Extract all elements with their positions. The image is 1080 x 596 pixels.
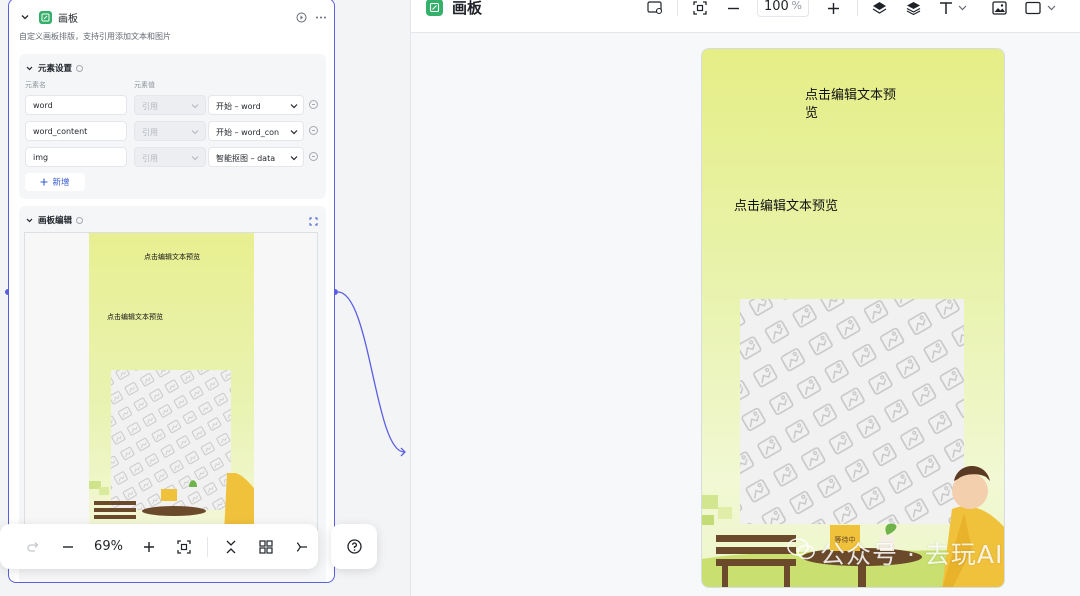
app-root: 画板 自定义画板排版，支持引用添加文本和图片 元素设置 元素名 元素值 word bbox=[0, 0, 1080, 596]
canvas-poster[interactable]: 点击编辑文本预览 点击编辑文本预览 等待中 公众号 · 去玩AI bbox=[701, 48, 1005, 588]
poster-text-word-content[interactable]: 点击编辑文本预览 bbox=[734, 195, 838, 214]
plus-icon bbox=[143, 541, 154, 552]
plus-icon bbox=[40, 178, 48, 186]
editor-title: 画板 bbox=[452, 0, 483, 17]
element-mode-select[interactable]: 引用 bbox=[134, 147, 206, 167]
add-element-button[interactable]: 新增 bbox=[25, 173, 85, 191]
element-value-select[interactable]: 开始 – word_con bbox=[208, 121, 304, 141]
toolbar-divider bbox=[677, 0, 678, 16]
element-value-select[interactable]: 智能抠图 – data bbox=[208, 147, 304, 167]
collapse-all-button[interactable] bbox=[214, 532, 249, 562]
element-name-input[interactable]: img bbox=[25, 147, 127, 167]
auto-layout-button[interactable] bbox=[249, 532, 284, 562]
grid-icon bbox=[259, 539, 273, 554]
fit-view-icon bbox=[693, 1, 707, 15]
collapse-icon bbox=[226, 540, 236, 553]
zoom-out-button[interactable] bbox=[51, 532, 86, 562]
info-icon[interactable] bbox=[76, 64, 84, 72]
help-button[interactable] bbox=[331, 524, 377, 569]
more-icon[interactable] bbox=[315, 12, 327, 23]
dropdown-icon bbox=[290, 128, 298, 136]
canvas-node-icon bbox=[39, 10, 52, 24]
dropdown-icon bbox=[191, 156, 199, 161]
redo-button[interactable] bbox=[16, 532, 51, 562]
canvas-settings-icon bbox=[647, 1, 663, 15]
connector-style-button[interactable] bbox=[283, 532, 318, 562]
node-description: 自定义画板排版，支持引用添加文本和图片 bbox=[19, 32, 171, 41]
add-image-button[interactable] bbox=[992, 0, 1007, 16]
element-mode-select[interactable]: 引用 bbox=[134, 121, 206, 141]
dropdown-icon bbox=[191, 104, 199, 109]
element-name-input[interactable]: word bbox=[25, 95, 127, 115]
layer-down-button[interactable] bbox=[906, 0, 921, 16]
fit-view-button[interactable] bbox=[166, 532, 201, 562]
canvas-preview-frame[interactable]: 点击编辑文本预览 点击编辑文本预览 bbox=[24, 232, 318, 533]
mini-text-word[interactable]: 点击编辑文本预览 bbox=[144, 253, 204, 262]
toolbar-divider bbox=[207, 536, 208, 557]
layers-filled-icon bbox=[872, 1, 887, 14]
element-value-select[interactable]: 开始 – word bbox=[208, 95, 304, 115]
element-row: img 引用 智能抠图 – data bbox=[25, 147, 320, 167]
canvas-node-card[interactable]: 画板 自定义画板排版，支持引用添加文本和图片 元素设置 元素名 元素值 word bbox=[8, 0, 335, 583]
element-mode-select[interactable]: 引用 bbox=[134, 95, 206, 115]
element-settings-header[interactable]: 元素设置 bbox=[25, 62, 84, 74]
layers-icon bbox=[906, 1, 921, 15]
shape-tool-icon bbox=[1025, 1, 1056, 15]
redo-icon bbox=[27, 541, 39, 552]
branch-icon bbox=[296, 541, 307, 552]
add-text-button[interactable] bbox=[939, 0, 967, 16]
canvas-editor-panel: 画板 100% 点击编辑文本预览 点击编辑文本预览 等待中 公众号 · 去玩AI bbox=[410, 0, 1080, 596]
workflow-canvas[interactable]: 画板 自定义画板排版，支持引用添加文本和图片 元素设置 元素名 元素值 word bbox=[0, 0, 410, 596]
dropdown-icon bbox=[290, 154, 298, 162]
col-label-value: 元素值 bbox=[134, 81, 155, 89]
fit-canvas-button[interactable] bbox=[693, 0, 707, 16]
node-title: 画板 bbox=[58, 13, 78, 25]
help-icon bbox=[346, 539, 362, 554]
element-row: word_content 引用 开始 – word_con bbox=[25, 121, 320, 141]
element-settings-title: 元素设置 bbox=[38, 64, 73, 74]
element-row: word 引用 开始 – word bbox=[25, 95, 320, 115]
expand-icon[interactable] bbox=[309, 217, 318, 226]
zoom-toolbar: 69% bbox=[0, 524, 318, 569]
add-shape-button[interactable] bbox=[1025, 0, 1059, 16]
mini-poster: 点击编辑文本预览 点击编辑文本预览 bbox=[89, 233, 254, 533]
node-header: 画板 bbox=[19, 9, 327, 25]
image-tool-icon bbox=[992, 1, 1007, 15]
zoom-in-button[interactable] bbox=[132, 532, 167, 562]
remove-row-icon[interactable] bbox=[309, 152, 318, 161]
dropdown-icon bbox=[290, 102, 298, 110]
canvas-edit-title: 画板编辑 bbox=[38, 216, 73, 226]
run-icon[interactable] bbox=[296, 12, 307, 23]
zoom-level[interactable]: 69% bbox=[85, 539, 131, 554]
info-icon[interactable] bbox=[76, 216, 84, 224]
editor-toolbar: 画板 100% bbox=[411, 0, 1080, 33]
editor-zoom-input[interactable]: 100% bbox=[757, 0, 809, 17]
minus-icon bbox=[728, 7, 739, 9]
watermark-text: 公众号 · 去玩AI bbox=[820, 540, 1004, 569]
remove-row-icon[interactable] bbox=[309, 126, 318, 135]
section-chevron-icon[interactable] bbox=[25, 64, 34, 73]
canvas-node-icon bbox=[426, 0, 443, 16]
col-label-name: 元素名 bbox=[25, 81, 46, 89]
dropdown-icon bbox=[191, 130, 199, 135]
plus-icon bbox=[828, 2, 839, 14]
text-tool-icon bbox=[940, 2, 967, 14]
remove-row-icon[interactable] bbox=[309, 100, 318, 109]
editor-zoom-out-button[interactable] bbox=[727, 0, 740, 16]
canvas-settings-button[interactable] bbox=[647, 0, 663, 16]
poster-text-word[interactable]: 点击编辑文本预览 bbox=[805, 87, 905, 123]
editor-zoom-in-button[interactable] bbox=[827, 0, 840, 16]
fit-view-icon bbox=[177, 539, 191, 554]
mini-text-word-content[interactable]: 点击编辑文本预览 bbox=[107, 312, 163, 322]
collapse-chevron-icon[interactable] bbox=[19, 11, 31, 23]
canvas-edit-header[interactable]: 画板编辑 bbox=[25, 214, 84, 226]
layer-up-button[interactable] bbox=[872, 0, 887, 16]
section-chevron-icon[interactable] bbox=[25, 216, 34, 225]
minus-icon bbox=[63, 545, 74, 548]
wechat-logo-icon bbox=[787, 538, 815, 560]
toolbar-divider bbox=[857, 0, 858, 16]
element-name-input[interactable]: word_content bbox=[25, 121, 127, 141]
